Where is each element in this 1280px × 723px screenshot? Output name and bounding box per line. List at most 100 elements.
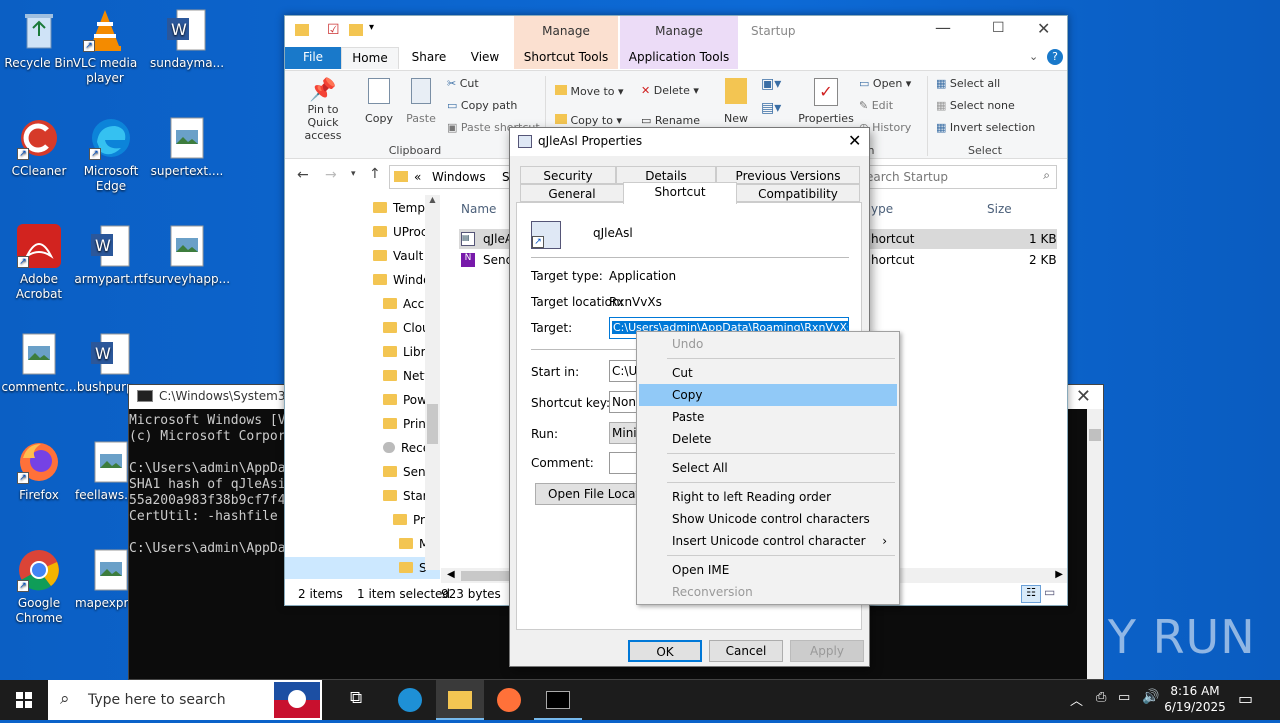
chevron-down-icon[interactable]: ⌄ (1029, 50, 1038, 63)
desktop-icon-edge[interactable]: ↗ Microsoft Edge (72, 116, 150, 194)
close-icon[interactable]: ✕ (1037, 19, 1050, 38)
cancel-button[interactable]: Cancel (709, 640, 783, 662)
copy-to-button[interactable]: Copy to ▾ (555, 114, 622, 127)
move-to-button[interactable]: Move to ▾ (555, 85, 624, 98)
address-bar[interactable]: « Windows S (389, 165, 513, 189)
column-header-size[interactable]: Size (987, 202, 1012, 216)
breadcrumb-windows[interactable]: Windows (432, 170, 486, 184)
tree-item-accessories[interactable]: Acc (383, 293, 424, 315)
network-icon[interactable]: ▭ (1118, 690, 1130, 705)
tab-shortcut[interactable]: Shortcut (623, 182, 737, 204)
easy-access-icon[interactable]: ▤▾ (761, 100, 781, 116)
tree-item-startup[interactable]: S (285, 557, 440, 579)
desktop-icon-firefox[interactable]: ↗ Firefox (0, 440, 78, 503)
back-arrow-icon[interactable]: ← (297, 167, 309, 183)
tree-item-cloud[interactable]: Clou (383, 317, 430, 339)
up-arrow-icon[interactable]: ↑ (369, 166, 381, 182)
menu-item-paste[interactable]: Paste (639, 406, 897, 428)
properties-button[interactable]: ✓ Properties (797, 78, 855, 125)
scroll-left-icon[interactable]: ◀ (447, 569, 455, 580)
tab-file[interactable]: File (285, 47, 341, 69)
explorer-titlebar[interactable]: ☑ ▾ Manage Manage Startup — ☐ ✕ (285, 16, 1067, 47)
menu-item-select-all[interactable]: Select All (639, 457, 897, 479)
new-folder-quick-icon[interactable] (349, 24, 363, 36)
column-header-type[interactable]: ype (871, 202, 893, 216)
desktop-icon-sundayma[interactable]: W sundayma... (148, 8, 226, 71)
close-icon[interactable]: ✕ (1076, 386, 1091, 407)
invert-selection-button[interactable]: ▦ Invert selection (936, 121, 1035, 134)
details-view-icon[interactable]: ☷ (1021, 585, 1041, 603)
firefox-taskbar-icon[interactable] (497, 688, 521, 712)
forward-arrow-icon[interactable]: → (325, 167, 337, 183)
help-icon[interactable]: ? (1047, 49, 1063, 65)
tree-item-powershell[interactable]: Pow (383, 389, 427, 411)
new-folder-button[interactable]: New (721, 78, 751, 125)
ok-button[interactable]: OK (628, 640, 702, 662)
minimize-icon[interactable]: — (935, 18, 951, 37)
tree-item-sendto[interactable]: Sen (383, 461, 426, 483)
open-button[interactable]: ▭ Open ▾ (859, 77, 911, 90)
dialog-titlebar[interactable]: qJleAsl Properties ✕ (510, 128, 869, 156)
tree-item-temp[interactable]: Temp (373, 197, 425, 219)
menu-item-insert-unicode[interactable]: Insert Unicode control character › (639, 530, 897, 552)
task-view-icon[interactable]: ⧉ (350, 688, 362, 708)
desktop-icon-vlc[interactable]: ↗ VLC media player (66, 8, 144, 86)
cut-button[interactable]: ✂ Cut (447, 77, 479, 90)
tree-item-uproc[interactable]: UProc (373, 221, 427, 243)
tab-previous-versions[interactable]: Previous Versions (716, 166, 860, 184)
maximize-icon[interactable]: ☐ (992, 20, 1005, 36)
tree-item-vault[interactable]: Vault (373, 245, 423, 267)
tab-compatibility[interactable]: Compatibility (736, 184, 860, 202)
large-icons-view-icon[interactable]: ▭ (1044, 585, 1055, 599)
volume-icon[interactable]: 🔊 (1142, 689, 1159, 705)
menu-item-cut[interactable]: Cut (639, 362, 897, 384)
menu-item-undo[interactable]: Undo (639, 333, 897, 355)
manage-context-tab-2[interactable]: Manage (620, 16, 738, 47)
manage-context-tab-1[interactable]: Manage (514, 16, 618, 47)
copy-path-button[interactable]: ▭ Copy path (447, 99, 517, 112)
pin-to-quick-access-button[interactable]: 📌 Pin to Quick access (291, 78, 355, 142)
edit-button[interactable]: ✎ Edit (859, 99, 893, 112)
tab-security[interactable]: Security (520, 166, 616, 184)
tree-item-recent[interactable]: Rece (383, 437, 430, 459)
desktop-icon-chrome[interactable]: ↗ Google Chrome (0, 548, 78, 626)
menu-item-reconversion[interactable]: Reconversion (639, 581, 897, 603)
desktop-icon-supertext[interactable]: supertext.... (148, 116, 226, 179)
delete-button[interactable]: ✕ Delete ▾ (641, 84, 699, 97)
select-all-button[interactable]: ▦ Select all (936, 77, 1000, 90)
tab-share[interactable]: Share (401, 47, 457, 69)
tab-home[interactable]: Home (341, 47, 399, 69)
device-icon[interactable]: ⎙ (1096, 690, 1106, 705)
apply-button[interactable]: Apply (790, 640, 864, 662)
tab-shortcut-tools[interactable]: Shortcut Tools (514, 47, 618, 69)
menu-item-delete[interactable]: Delete (639, 428, 897, 450)
navigation-pane[interactable]: Temp UProc Vault Windo Acc Clou Libra Ne… (285, 195, 440, 580)
clock[interactable]: 8:16 AM 6/19/2025 (1162, 683, 1228, 715)
scroll-right-icon[interactable]: ▶ (1055, 569, 1063, 580)
recent-locations-icon[interactable]: ▾ (351, 169, 356, 179)
show-hidden-icons-icon[interactable]: ︿ (1070, 690, 1083, 709)
select-none-button[interactable]: ▦ Select none (936, 99, 1015, 112)
desktop-icon-acrobat[interactable]: ↗ Adobe Acrobat (0, 224, 78, 302)
qat-dropdown-icon[interactable]: ▾ (369, 22, 374, 33)
console-taskbar-button[interactable] (534, 680, 582, 720)
tab-general[interactable]: General (520, 184, 624, 202)
search-box[interactable]: earch Startup ⌕ (861, 165, 1057, 189)
desktop-icon-surveyhapp[interactable]: surveyhapp... (148, 224, 230, 287)
start-button[interactable] (0, 680, 48, 720)
explorer-taskbar-button[interactable] (436, 680, 484, 720)
tab-application-tools[interactable]: Application Tools (620, 47, 738, 69)
context-menu[interactable]: Undo Cut Copy Paste Delete Select All Ri… (636, 331, 900, 605)
column-header-name[interactable]: Name (461, 202, 496, 216)
close-icon[interactable]: ✕ (848, 131, 861, 150)
console-scrollbar[interactable] (1087, 409, 1103, 679)
edge-taskbar-icon[interactable] (398, 688, 422, 712)
menu-item-open-ime[interactable]: Open IME (639, 559, 897, 581)
new-item-icon[interactable]: ▣▾ (761, 76, 781, 92)
menu-item-copy[interactable]: Copy (639, 384, 897, 406)
menu-item-show-unicode[interactable]: Show Unicode control characters (639, 508, 897, 530)
menu-item-rtl-reading-order[interactable]: Right to left Reading order (639, 486, 897, 508)
desktop-icon-ccleaner[interactable]: ↗ CCleaner (0, 116, 78, 179)
tree-item-windows[interactable]: Windo (373, 269, 431, 291)
copy-button[interactable]: Copy (361, 78, 397, 125)
